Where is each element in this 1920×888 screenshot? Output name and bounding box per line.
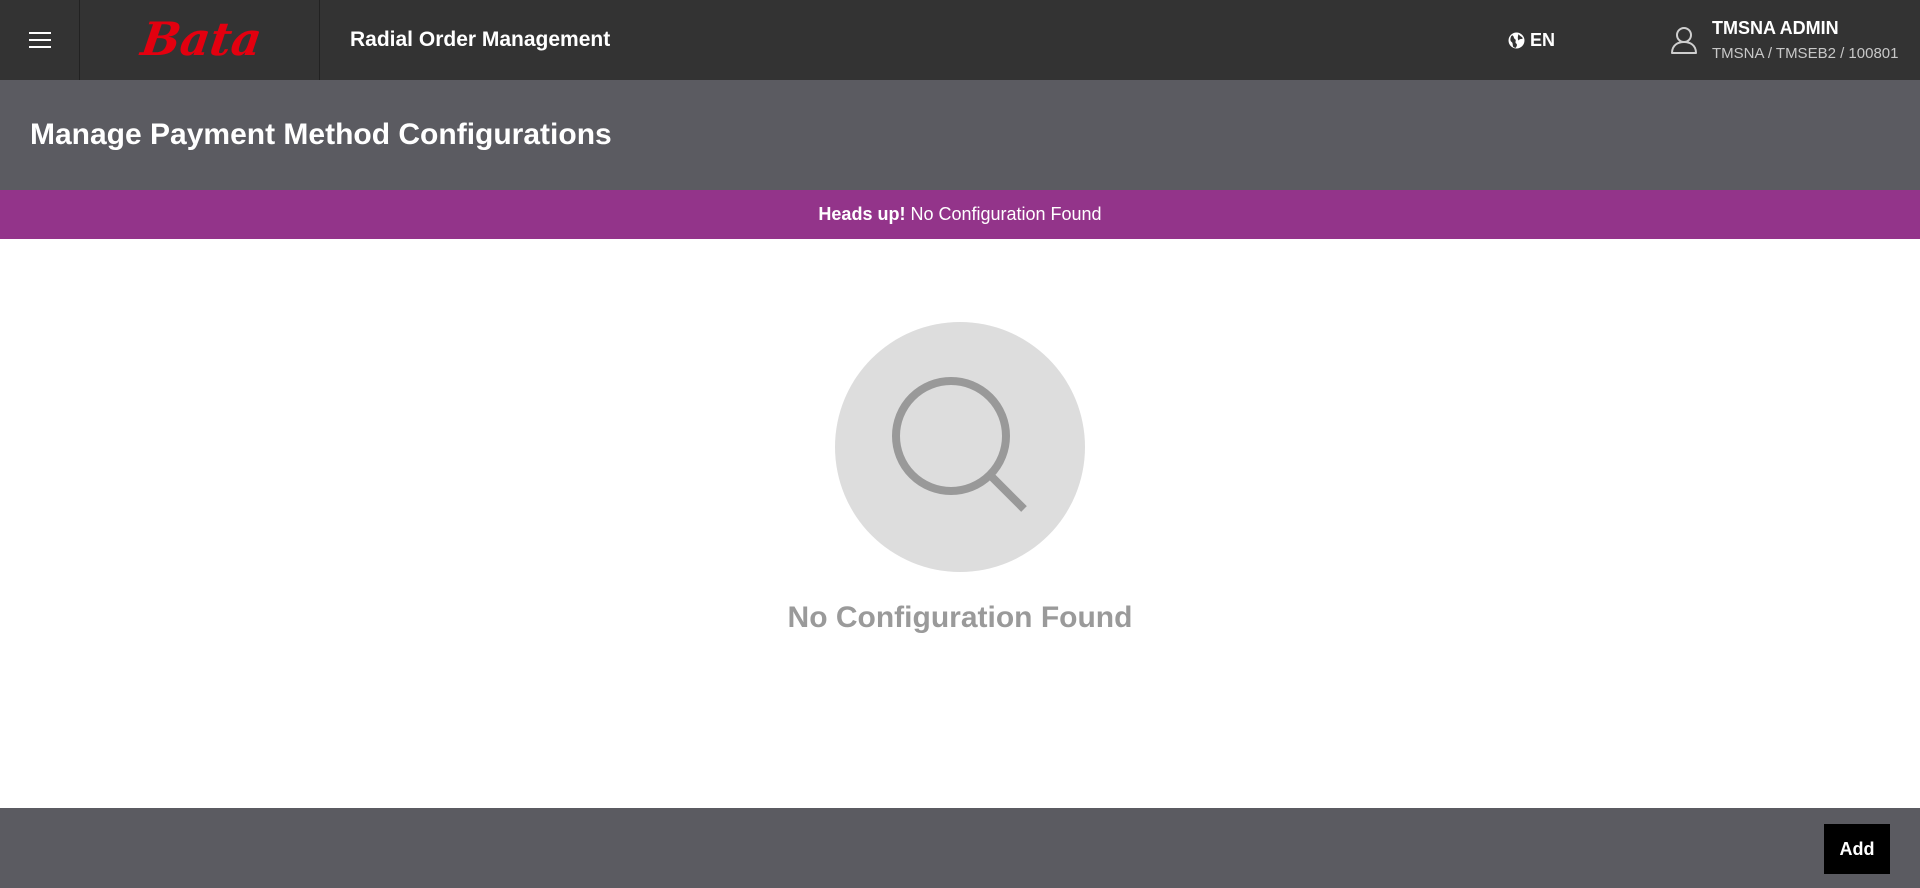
page-header: Manage Payment Method Configurations [0, 80, 1920, 190]
svg-text:Bata: Bata [135, 15, 264, 65]
search-icon [892, 377, 1027, 512]
user-name: TMSNA ADMIN [1712, 18, 1839, 38]
user-org-path: TMSNA / TMSEB2 / 100801 [1712, 45, 1899, 62]
user-icon [1671, 27, 1697, 54]
alert-prefix: Heads up! [818, 204, 906, 224]
hamburger-menu-button[interactable] [0, 0, 80, 80]
bata-logo: Bata [135, 15, 264, 65]
alert-banner: Heads up! No Configuration Found [0, 190, 1920, 239]
user-menu[interactable]: TMSNA ADMIN TMSNA / TMSEB2 / 100801 [1670, 0, 1898, 80]
page-title: Manage Payment Method Configurations [30, 118, 612, 151]
empty-state-illustration [835, 322, 1085, 572]
footer-action-bar: Add [0, 808, 1920, 888]
brand-logo[interactable]: Bata [80, 0, 320, 80]
add-button[interactable]: Add [1824, 824, 1890, 874]
hamburger-menu-icon [28, 32, 51, 48]
globe-icon [1508, 32, 1525, 48]
app-title: Radial Order Management [350, 28, 611, 51]
top-navigation-bar: Bata Radial Order Management EN TMSNA AD… [0, 0, 1920, 80]
language-label: EN [1530, 29, 1556, 50]
empty-state-message: No Configuration Found [787, 601, 1133, 634]
empty-state: No Configuration Found [0, 239, 1920, 808]
language-selector[interactable]: EN [1508, 0, 1555, 80]
alert-message: No Configuration Found [910, 204, 1102, 224]
